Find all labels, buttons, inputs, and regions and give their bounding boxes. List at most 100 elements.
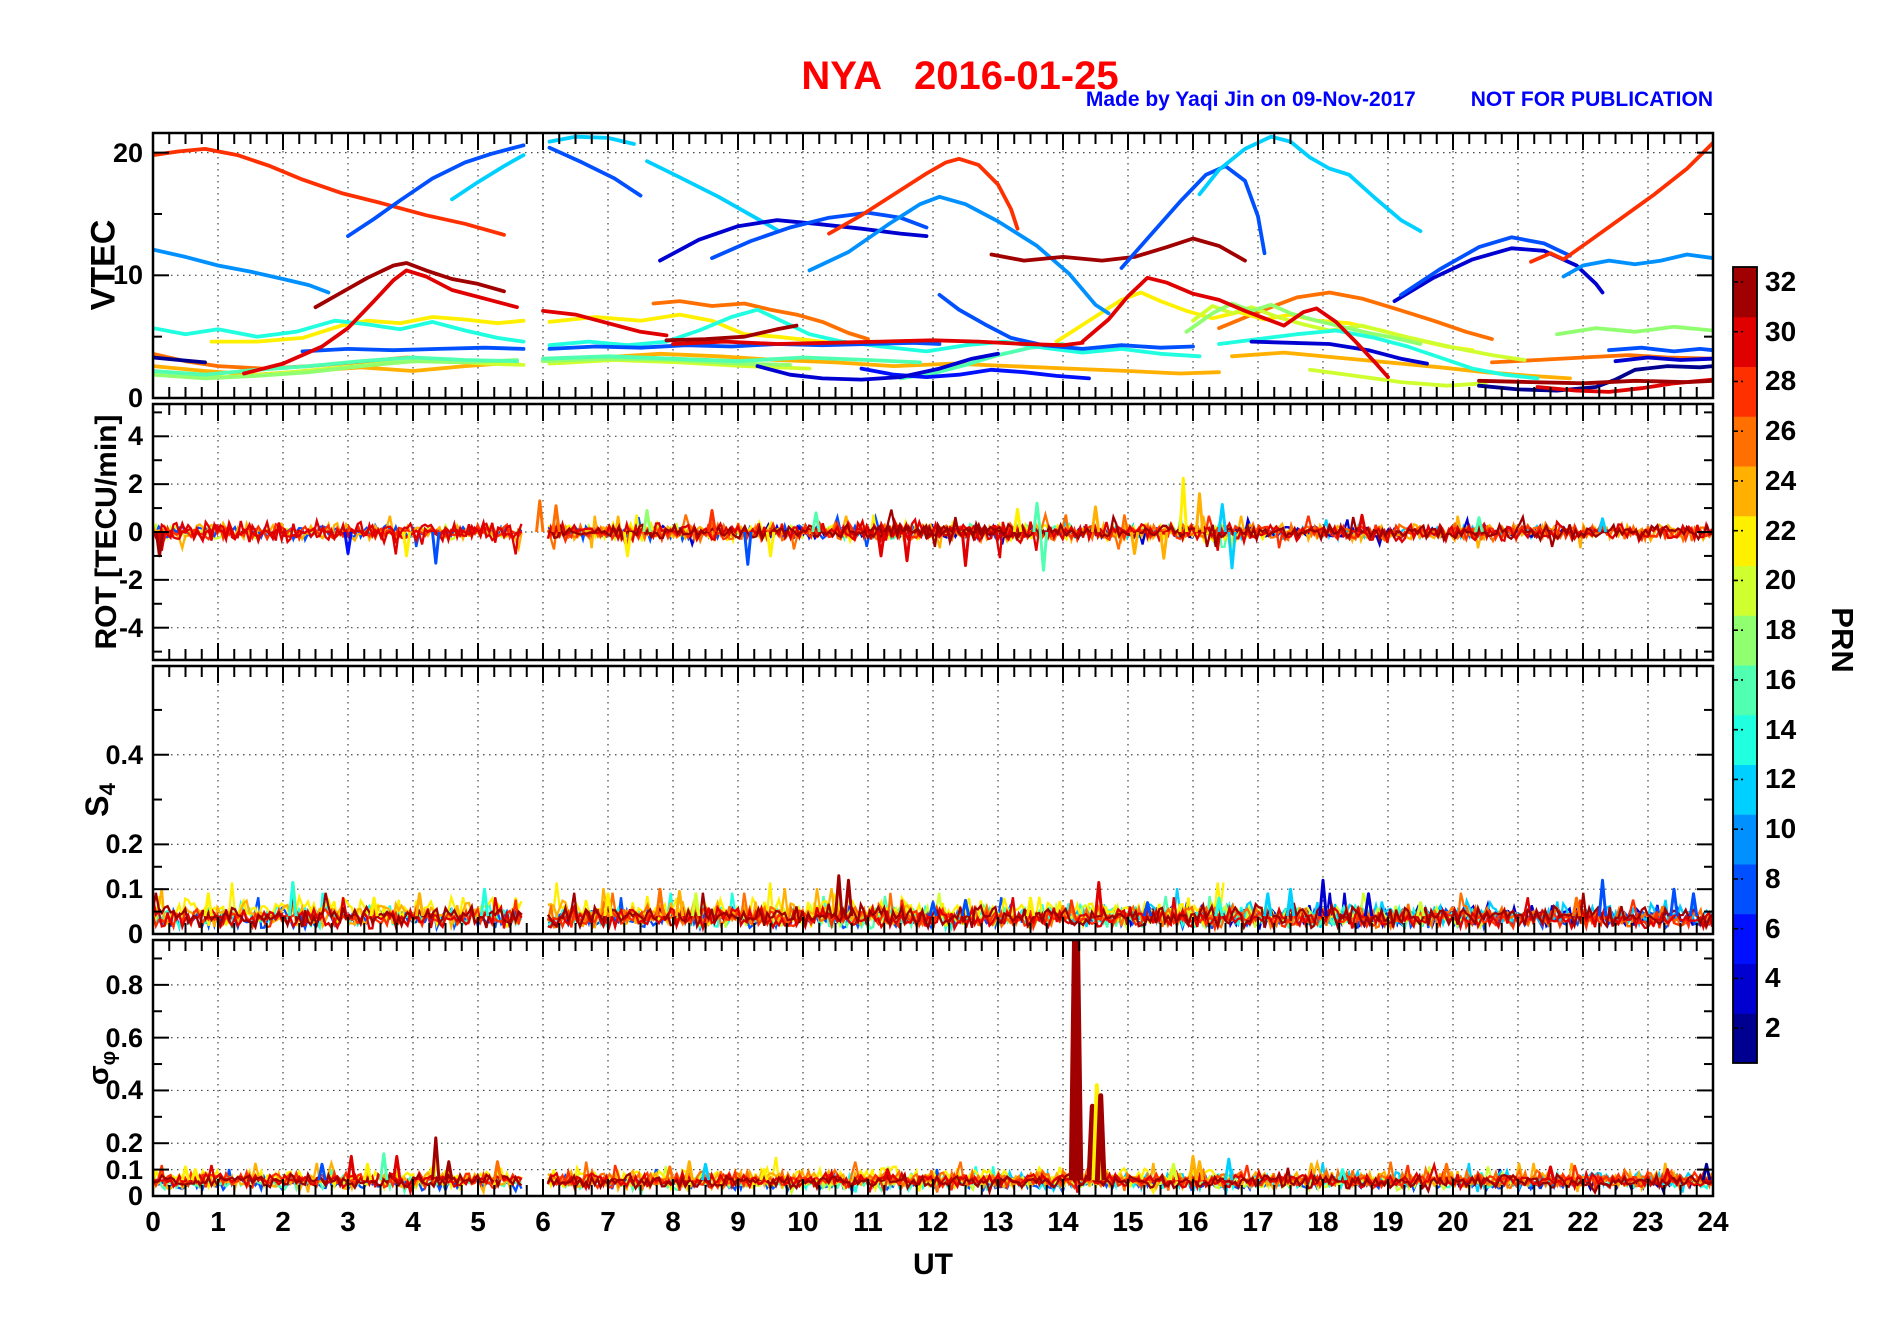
xtick-label-hour-5: 5	[470, 1206, 486, 1237]
colorbar-segment	[1733, 963, 1757, 1014]
prn-colorbar	[1732, 266, 1758, 1064]
colorbar-tick-label-4: 4	[1765, 962, 1781, 994]
xtick-label-hour-18: 18	[1307, 1206, 1339, 1237]
figure-nya-2016-01-25: NYA 2016-01-25 Made by Yaqi Jin on 09-No…	[0, 0, 1904, 1330]
s4-panel	[151, 664, 1715, 936]
series-prn-12	[1197, 134, 1423, 233]
colorbar-tick-label-2: 2	[1765, 1012, 1781, 1044]
rot-panel	[151, 402, 1715, 662]
xtick-label-hour-8: 8	[665, 1206, 681, 1237]
colorbar-segment	[1733, 316, 1757, 367]
s4-ytick-label: 0.4	[105, 739, 143, 770]
series-prn-28	[153, 147, 506, 237]
xtick-label-hour-15: 15	[1112, 1206, 1144, 1237]
plot-canvas	[151, 131, 1758, 1198]
credit-made-by: Made by Yaqi Jin on 09-Nov-2017	[1085, 88, 1416, 111]
xtick-label-hour-24: 24	[1697, 1206, 1729, 1237]
spike-prn-32	[1068, 940, 1084, 1181]
spike-prn-30	[1357, 513, 1367, 533]
xtick-label-hour-9: 9	[730, 1206, 746, 1237]
colorbar-segment	[1733, 466, 1757, 517]
colorbar-tick-label-18: 18	[1765, 614, 1797, 646]
xtick-label-hour-6: 6	[535, 1206, 551, 1237]
xtick-label-hour-10: 10	[787, 1206, 819, 1237]
series-prn-8	[1607, 345, 1713, 354]
spike-prn-24	[1194, 492, 1205, 533]
series-prn-8	[346, 143, 643, 238]
colorbar-segment	[1733, 565, 1757, 616]
series-prn-28	[1529, 140, 1713, 264]
rot-ytick-label: 0	[127, 517, 143, 547]
colorbar-tick-label-6: 6	[1765, 912, 1781, 944]
prn-colorbar-label: PRN	[1825, 607, 1860, 673]
s4-ytick-label: 0.2	[105, 829, 143, 860]
colorbar-tick-label-12: 12	[1765, 763, 1797, 795]
colorbar-segment	[1733, 267, 1757, 318]
colorbar-segment	[1733, 814, 1757, 865]
vtec-ytick-label: 10	[112, 260, 143, 291]
xtick-label-hour-21: 21	[1502, 1206, 1534, 1237]
colorbar-segment	[1733, 615, 1757, 666]
xtick-label-hour-19: 19	[1372, 1206, 1404, 1237]
spike-prn-26	[535, 499, 545, 533]
vtec-ytick-label: 0	[127, 383, 143, 413]
series-prn-2	[1477, 364, 1713, 393]
series-prn-20	[1308, 367, 1488, 388]
xtick-label-hour-16: 16	[1177, 1206, 1209, 1237]
series-prn-8	[1399, 235, 1572, 297]
colorbar-segment	[1733, 764, 1757, 815]
s4-axis-label: S4	[78, 783, 121, 817]
xtick-label-hour-0: 0	[145, 1206, 161, 1237]
rot-ytick-label: -4	[118, 612, 143, 643]
xtick-label-hour-23: 23	[1632, 1206, 1664, 1237]
spike-prn-8	[431, 531, 441, 565]
ut-axis-label: UT	[913, 1248, 953, 1281]
colorbar-tick-label-16: 16	[1765, 663, 1797, 695]
series-prn-4	[1613, 355, 1713, 364]
vtec-series-group	[153, 134, 1713, 394]
colorbar-segment	[1733, 864, 1757, 915]
xtick-label-hour-22: 22	[1567, 1206, 1599, 1237]
colorbar-tick-label-26: 26	[1765, 415, 1797, 447]
sigma-phi-ytick-label: 0.2	[105, 1128, 143, 1159]
colorbar-tick-label-14: 14	[1765, 713, 1797, 745]
s4-ytick-label: 0	[127, 919, 143, 949]
xtick-label-hour-14: 14	[1047, 1206, 1079, 1237]
xtick-label-hour-4: 4	[405, 1206, 421, 1237]
series-prn-12	[645, 159, 779, 232]
xtick-label-hour-3: 3	[340, 1206, 356, 1237]
sigma-phi-panel	[151, 938, 1715, 1198]
xtick-label-hour-12: 12	[917, 1206, 949, 1237]
sigma-phi-ytick-label: 0.8	[105, 969, 143, 1000]
colorbar-tick-label-24: 24	[1765, 464, 1797, 496]
rot-ytick-label: 2	[127, 469, 143, 500]
series-prn-32	[1477, 378, 1713, 386]
sigma-phi-ytick-label: 0.4	[105, 1075, 143, 1106]
xtick-label-hour-11: 11	[853, 1206, 883, 1237]
colorbar-segment	[1733, 1013, 1757, 1064]
s4-ytick-label: 0.1	[105, 874, 143, 905]
credit-warning: NOT FOR PUBLICATION	[1470, 88, 1713, 111]
colorbar-segment	[1733, 515, 1757, 566]
xtick-label-hour-17: 17	[1242, 1206, 1274, 1237]
credit-line: Made by Yaqi Jin on 09-Nov-2017 NOT FOR …	[153, 88, 1713, 112]
xtick-label-hour-7: 7	[600, 1206, 616, 1237]
colorbar-tick-label-10: 10	[1765, 813, 1797, 845]
rot-ytick-label: 4	[127, 421, 143, 452]
sigma-phi-ticks	[152, 940, 1714, 1197]
s4-border	[151, 664, 1715, 936]
series-prn-28	[827, 156, 1020, 236]
colorbar-tick-label-28: 28	[1765, 365, 1797, 397]
vtec-ytick-label: 20	[112, 137, 143, 168]
colorbar-tick-label-22: 22	[1765, 514, 1797, 546]
sigma-phi-border	[151, 938, 1715, 1198]
colorbar-segment	[1733, 416, 1757, 467]
colorbar-segment	[1733, 913, 1757, 964]
colorbar-segment	[1733, 366, 1757, 417]
colorbar-tick-label-30: 30	[1765, 315, 1797, 347]
colorbar-segment	[1733, 714, 1757, 765]
series-prn-2	[153, 355, 207, 365]
colorbar-tick-label-20: 20	[1765, 564, 1797, 596]
series-prn-18	[1555, 324, 1713, 337]
xtick-label-hour-1: 1	[210, 1206, 226, 1237]
